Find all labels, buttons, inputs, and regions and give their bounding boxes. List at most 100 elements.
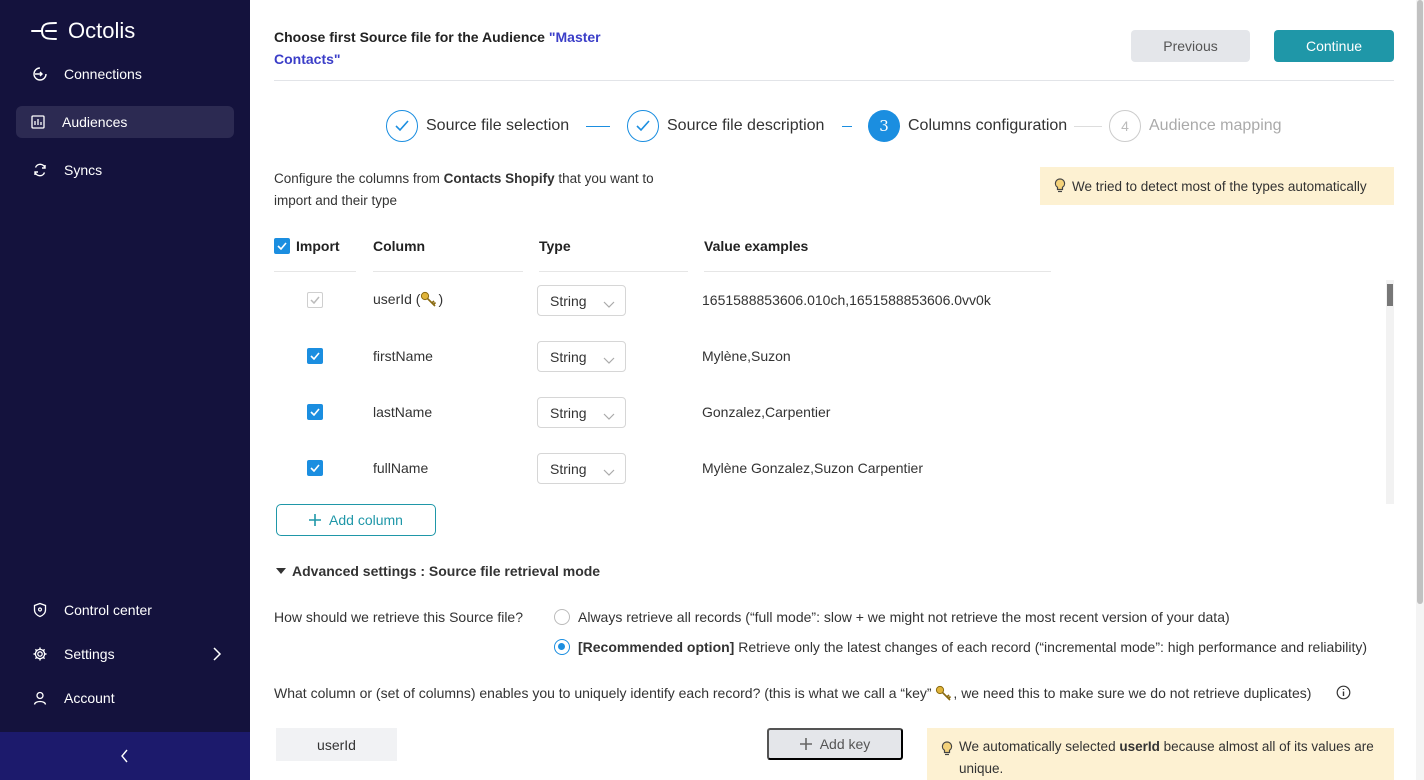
sidebar-item-control-center[interactable]: Control center [16,594,234,626]
sidebar-item-label: Settings [64,646,115,662]
column-header: Type [539,237,571,254]
key-question: What column or (set of columns) enables … [274,685,1311,704]
column-header-column: Column [373,234,523,272]
app-logo[interactable]: Octolis [30,18,135,44]
intro-text: Configure the columns from Contacts Shop… [274,168,654,212]
intro-before: Configure the columns from [274,171,444,186]
import-checkbox [307,292,323,308]
connections-icon [32,66,48,82]
page-scrollbar-thumb[interactable] [1417,0,1423,604]
type-select[interactable]: String [537,397,626,428]
chevron-down-icon [603,352,615,368]
step-label: Columns configuration [908,117,1068,134]
value-examples: Mylène Gonzalez,Suzon Carpentier [702,460,924,476]
chevron-down-icon [603,296,615,312]
column-name: fullName [373,460,429,476]
value-examples: 1651588853606.010ch,1651588853606.0vv0k [702,292,991,308]
app-name: Octolis [68,18,136,43]
recommended-tag: [Recommended option] [578,639,735,655]
key-tip: We automatically selected userId because… [927,728,1394,780]
key-chip[interactable]: userId [276,728,397,761]
sidebar-item-label: Syncs [64,162,103,178]
gear-icon [32,646,48,662]
previous-button[interactable]: Previous [1131,30,1250,62]
import-checkbox[interactable] [307,460,323,476]
value-examples: Mylène,Suzon [702,348,791,364]
sidebar-item-label: Audiences [62,114,128,130]
key-tip-text: We automatically selected userId because… [959,728,1380,780]
step-connector [842,126,852,127]
type-select[interactable]: String [537,285,626,316]
table-scrollbar[interactable] [1386,280,1394,504]
import-checkbox[interactable] [307,404,323,420]
key-question-before: What column or (set of columns) enables … [274,685,936,701]
table-scrollbar-thumb[interactable] [1387,284,1393,306]
page-title: Choose first Source file for the Audienc… [274,26,634,70]
column-header-examples: Value examples [704,234,1051,272]
continue-button[interactable]: Continue [1274,30,1394,62]
type-select[interactable]: String [537,341,626,372]
full-mode-radio[interactable] [554,609,570,625]
column-header: Value examples [704,237,809,254]
key-question-after: , we need this to make sure we do not re… [953,685,1312,701]
user-icon [32,690,48,706]
chevron-left-icon [121,749,128,763]
source-name: Contacts Shopify [443,171,555,186]
option-text: Retrieve only the latest changes of each… [734,639,1367,655]
sidebar-item-label: Account [64,690,115,706]
sidebar-item-account[interactable]: Account [16,682,234,714]
import-header[interactable]: Import [274,234,356,272]
lightbulb-icon [1054,178,1066,194]
column-header: Column [373,237,426,254]
step-source-file-description[interactable]: Source file description [627,110,824,142]
retrieval-question: How should we retrieve this Source file? [274,609,524,625]
step-label: Source file selection [426,117,570,134]
sidebar-item-connections[interactable]: Connections [16,58,234,90]
sidebar-item-syncs[interactable]: Syncs [16,154,234,186]
syncs-icon [32,162,48,178]
step-number: 3 [868,110,900,142]
sidebar-item-label: Connections [64,66,142,82]
lightbulb-icon [941,741,953,757]
advanced-settings-toggle[interactable]: Advanced settings : Source file retrieva… [276,563,600,579]
chevron-right-icon [210,646,224,662]
step-connector [586,126,610,127]
chevron-down-icon [603,408,615,424]
header-divider [274,80,1394,81]
plus-icon [799,738,812,750]
sidebar-item-label: Control center [64,602,152,618]
column-name-suffix: ) [438,291,444,307]
value-examples: Gonzalez,Carpentier [702,404,831,420]
type-value: String [550,348,587,365]
step-number: 4 [1109,110,1141,142]
add-column-button[interactable]: Add column [276,504,436,536]
shield-icon [32,602,48,618]
sidebar-collapse-button[interactable] [0,732,250,780]
full-mode-label[interactable]: Always retrieve all records (“full mode”… [578,609,1230,625]
step-label: Audience mapping [1149,117,1282,134]
incremental-mode-radio[interactable] [554,639,570,655]
audiences-icon [30,114,46,130]
sidebar-item-audiences[interactable]: Audiences [16,106,234,138]
sidebar: Octolis Connections Audiences Syncs Cont… [0,0,250,780]
check-icon [627,110,659,142]
import-all-checkbox[interactable] [274,237,290,254]
add-key-label: Add key [819,736,871,752]
key-icon [935,685,953,704]
import-checkbox[interactable] [307,348,323,364]
type-select[interactable]: String [537,453,626,484]
incremental-mode-label[interactable]: [Recommended option] Retrieve only the l… [578,639,1367,655]
step-connector [1074,126,1102,127]
info-icon[interactable] [1336,685,1351,700]
column-name: firstName [373,348,433,364]
sidebar-item-settings[interactable]: Settings [16,638,234,670]
types-tip: We tried to detect most of the types aut… [1040,167,1394,205]
step-audience-mapping[interactable]: 4 Audience mapping [1109,110,1282,142]
step-columns-configuration[interactable]: 3 Columns configuration [868,110,1067,142]
step-source-file-selection[interactable]: Source file selection [386,110,569,142]
type-value: String [550,404,587,421]
column-name: userId ( [373,291,421,307]
add-key-button[interactable]: Add key [767,728,903,760]
type-value: String [550,292,587,309]
advanced-settings-title: Advanced settings : Source file retrieva… [292,563,601,579]
